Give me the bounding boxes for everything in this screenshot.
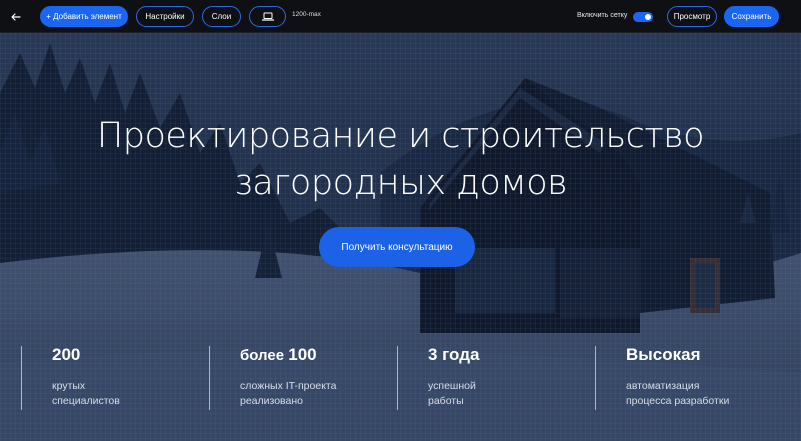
- stat-value-number: 200: [52, 345, 81, 364]
- hero-section: Проектирование и строительство загородны…: [0, 33, 801, 441]
- preview-button[interactable]: Просмотр: [667, 6, 717, 27]
- hero-title: Проектирование и строительство загородны…: [0, 113, 801, 207]
- stat-value: Высокая: [626, 345, 701, 365]
- stat-description-line: работы: [428, 395, 464, 407]
- consultation-button[interactable]: Получить консультацию: [319, 227, 475, 267]
- stat-value-number: 3 года: [428, 345, 480, 364]
- stat-description-line: процесса разработки: [626, 395, 730, 407]
- layers-button[interactable]: Слои: [202, 6, 241, 27]
- back-button[interactable]: [6, 7, 26, 26]
- breakpoint-label: 1200-max: [292, 11, 321, 18]
- stat-divider: [595, 346, 596, 410]
- laptop-icon: [261, 12, 274, 21]
- stat-description-line: специалистов: [52, 395, 120, 407]
- stat-value-number: 100: [288, 345, 317, 364]
- stat-description-line: реализовано: [240, 395, 303, 407]
- stat-value-number: Высокая: [626, 345, 701, 364]
- stat-description: автоматизация процесса разработки: [626, 379, 729, 409]
- save-button[interactable]: Сохранить: [724, 6, 779, 27]
- arrow-left-icon: [11, 12, 21, 21]
- stat-value: 3 года: [428, 345, 479, 365]
- stat-divider: [21, 346, 22, 410]
- stat-description-line: успешной: [428, 380, 476, 392]
- stat-divider: [209, 346, 210, 410]
- stat-divider: [397, 346, 398, 410]
- grid-toggle[interactable]: [633, 12, 653, 22]
- hero-title-line: загородных домов: [233, 163, 568, 203]
- hero-title-line: Проектирование и строительство: [96, 116, 705, 156]
- stat-description-line: сложных IT-проекта: [240, 380, 337, 392]
- editor-toolbar: + Добавить элемент Настройки Слои 1200-m…: [0, 0, 801, 33]
- stat-description: сложных IT-проекта реализовано: [240, 379, 336, 409]
- stat-description-line: крутых: [52, 380, 86, 392]
- settings-button[interactable]: Настройки: [136, 6, 194, 27]
- stat-description: крутых специалистов: [52, 379, 120, 409]
- device-switch-button[interactable]: [249, 6, 286, 27]
- stat-value: 200: [52, 345, 80, 365]
- stat-description-line: автоматизация: [626, 380, 700, 392]
- add-element-button[interactable]: + Добавить элемент: [40, 6, 128, 27]
- stat-value-prefix: более: [240, 347, 289, 364]
- stat-value: более 100: [240, 345, 317, 365]
- toggle-knob: [645, 14, 651, 20]
- grid-toggle-label: Включить сетку: [577, 12, 628, 19]
- stat-description: успешной работы: [428, 379, 476, 409]
